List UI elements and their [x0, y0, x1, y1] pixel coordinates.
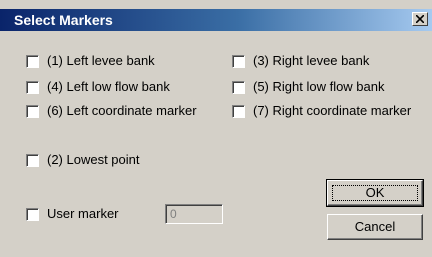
dialog-title: Select Markers	[14, 12, 113, 28]
checkbox-right-levee-bank[interactable]: (3) Right levee bank	[232, 53, 369, 69]
checkbox-left-coordinate-marker[interactable]: (6) Left coordinate marker	[26, 103, 197, 119]
checkbox-right-coordinate-marker[interactable]: (7) Right coordinate marker	[232, 103, 411, 119]
checkbox-left-levee-bank[interactable]: (1) Left levee bank	[26, 53, 155, 69]
checkbox-box[interactable]	[26, 104, 39, 118]
checkbox-label: (4) Left low flow bank	[47, 79, 170, 94]
checkbox-label: (1) Left levee bank	[47, 53, 155, 68]
checkbox-lowest-point[interactable]: (2) Lowest point	[26, 152, 140, 168]
checkbox-right-low-flow-bank[interactable]: (5) Right low flow bank	[232, 79, 385, 95]
checkbox-box[interactable]	[26, 80, 39, 94]
checkbox-box[interactable]	[232, 80, 245, 94]
close-icon	[416, 15, 424, 23]
checkbox-label: (7) Right coordinate marker	[253, 103, 412, 118]
checkbox-box[interactable]	[232, 104, 245, 118]
checkbox-box[interactable]	[26, 54, 39, 68]
cancel-button-label: Cancel	[354, 219, 396, 234]
ok-button[interactable]: OK	[326, 179, 424, 207]
checkbox-label: (5) Right low flow bank	[253, 79, 385, 94]
ok-button-label: OK	[365, 185, 385, 200]
checkbox-left-low-flow-bank[interactable]: (4) Left low flow bank	[26, 79, 170, 95]
checkbox-label: (3) Right levee bank	[253, 53, 370, 68]
checkbox-box[interactable]	[26, 207, 39, 221]
cancel-button[interactable]: Cancel	[327, 214, 423, 240]
checkbox-user-marker[interactable]: User marker	[26, 206, 119, 222]
checkbox-label: (6) Left coordinate marker	[47, 103, 197, 118]
checkbox-box[interactable]	[232, 54, 245, 68]
title-bar: Select Markers	[0, 9, 432, 31]
close-button[interactable]	[412, 12, 428, 26]
checkbox-label: User marker	[47, 206, 119, 221]
user-marker-input[interactable]: 0	[165, 204, 223, 224]
select-markers-dialog: Select Markers (1) Left levee bank (3) R…	[0, 0, 432, 257]
checkbox-label: (2) Lowest point	[47, 152, 140, 167]
checkbox-box[interactable]	[26, 153, 39, 167]
